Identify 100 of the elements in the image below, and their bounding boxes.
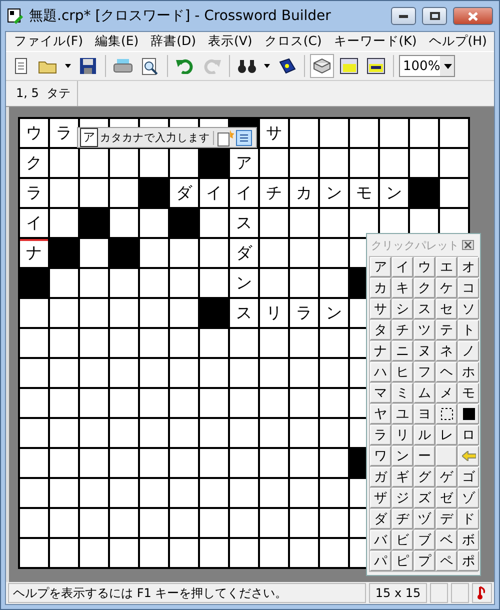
palette-key[interactable]: ン: [392, 446, 413, 466]
palette-key[interactable]: ゾ: [458, 488, 479, 508]
palette-key[interactable]: ゲ: [436, 467, 457, 487]
palette-key[interactable]: ル: [414, 425, 435, 445]
current-letter-cell[interactable]: ナ: [20, 239, 50, 269]
palette-key[interactable]: ー: [414, 446, 435, 466]
letter-cell[interactable]: ン: [320, 299, 350, 329]
block-key[interactable]: [458, 404, 479, 424]
palette-key[interactable]: ウ: [414, 257, 435, 277]
palette-key[interactable]: カ: [370, 278, 391, 298]
palette-key[interactable]: ジ: [392, 488, 413, 508]
close-button[interactable]: [453, 7, 493, 25]
input-mode-button[interactable]: ア: [80, 128, 98, 147]
palette-key[interactable]: ズ: [414, 488, 435, 508]
palette-key[interactable]: ツ: [414, 320, 435, 340]
palette-key[interactable]: ホ: [458, 362, 479, 382]
letter-cell[interactable]: ダ: [170, 179, 200, 209]
blocked-cell[interactable]: [140, 179, 170, 209]
palette-key[interactable]: ケ: [436, 278, 457, 298]
palette-key[interactable]: ア: [370, 257, 391, 277]
letter-cell[interactable]: ダ: [230, 239, 260, 269]
blank-key[interactable]: [436, 446, 457, 466]
palette-key[interactable]: ヒ: [392, 362, 413, 382]
letter-cell[interactable]: ス: [230, 299, 260, 329]
palette-key[interactable]: オ: [458, 257, 479, 277]
letter-cell[interactable]: ン: [320, 179, 350, 209]
letter-cell[interactable]: ラ: [20, 179, 50, 209]
menu-item[interactable]: ファイル(F): [8, 33, 89, 50]
palette-key[interactable]: リ: [392, 425, 413, 445]
letter-cell[interactable]: ウ: [20, 119, 50, 149]
menu-item[interactable]: ヘルプ(H): [422, 33, 493, 50]
palette-key[interactable]: ガ: [370, 467, 391, 487]
menu-item[interactable]: キーワード(K): [328, 33, 423, 50]
blocked-cell[interactable]: [110, 239, 140, 269]
blocked-cell[interactable]: [20, 269, 50, 299]
palette-key[interactable]: ボ: [458, 530, 479, 550]
letter-cell[interactable]: イ: [230, 179, 260, 209]
palette-key[interactable]: ビ: [392, 530, 413, 550]
palette-key[interactable]: ピ: [392, 551, 413, 571]
letter-cell[interactable]: イ: [200, 179, 230, 209]
letter-cell[interactable]: ス: [230, 209, 260, 239]
palette-key[interactable]: ヘ: [436, 362, 457, 382]
palette-key[interactable]: テ: [436, 320, 457, 340]
palette-key[interactable]: モ: [458, 383, 479, 403]
palette-key[interactable]: ド: [458, 509, 479, 529]
palette-key[interactable]: エ: [436, 257, 457, 277]
palette-key[interactable]: ミ: [392, 383, 413, 403]
palette-key[interactable]: グ: [414, 467, 435, 487]
zoom-select[interactable]: 100%: [399, 55, 455, 77]
blocked-cell[interactable]: [200, 149, 230, 179]
palette-key[interactable]: ダ: [370, 509, 391, 529]
menu-item[interactable]: クロス(C): [258, 33, 328, 50]
palette-key[interactable]: ナ: [370, 341, 391, 361]
palette-key[interactable]: レ: [436, 425, 457, 445]
minimize-button[interactable]: [391, 7, 416, 25]
palette-key[interactable]: ヌ: [414, 341, 435, 361]
letter-cell[interactable]: ク: [20, 149, 50, 179]
palette-key[interactable]: メ: [436, 383, 457, 403]
palette-key[interactable]: ソ: [458, 299, 479, 319]
palette-key[interactable]: タ: [370, 320, 391, 340]
palette-key[interactable]: ベ: [436, 530, 457, 550]
palette-key[interactable]: マ: [370, 383, 391, 403]
palette-key[interactable]: ワ: [370, 446, 391, 466]
palette-key[interactable]: ヤ: [370, 404, 391, 424]
clear-cell-key[interactable]: [436, 404, 457, 424]
palette-key[interactable]: ラ: [370, 425, 391, 445]
letter-cell[interactable]: チ: [260, 179, 290, 209]
palette-key[interactable]: チ: [392, 320, 413, 340]
palette-key[interactable]: ペ: [436, 551, 457, 571]
palette-key[interactable]: ブ: [414, 530, 435, 550]
palette-key[interactable]: プ: [414, 551, 435, 571]
menu-item[interactable]: 辞書(D): [144, 33, 202, 50]
palette-key[interactable]: ノ: [458, 341, 479, 361]
palette-key[interactable]: ヅ: [414, 509, 435, 529]
palette-key[interactable]: シ: [392, 299, 413, 319]
palette-key[interactable]: フ: [414, 362, 435, 382]
letter-cell[interactable]: ラ: [50, 119, 80, 149]
palette-key[interactable]: ザ: [370, 488, 391, 508]
palette-key[interactable]: ヂ: [392, 509, 413, 529]
palette-key[interactable]: ニ: [392, 341, 413, 361]
letter-cell[interactable]: カ: [290, 179, 320, 209]
palette-key[interactable]: サ: [370, 299, 391, 319]
menu-item[interactable]: 表示(V): [202, 33, 258, 50]
palette-key[interactable]: ロ: [458, 425, 479, 445]
palette-key[interactable]: イ: [392, 257, 413, 277]
blocked-cell[interactable]: [170, 209, 200, 239]
letter-cell[interactable]: イ: [20, 209, 50, 239]
palette-key[interactable]: ハ: [370, 362, 391, 382]
menu-item[interactable]: 編集(E): [88, 33, 145, 50]
blocked-cell[interactable]: [410, 179, 440, 209]
palette-key[interactable]: ヨ: [414, 404, 435, 424]
palette-key[interactable]: ム: [414, 383, 435, 403]
letter-cell[interactable]: リ: [260, 299, 290, 329]
palette-key[interactable]: ク: [414, 278, 435, 298]
letter-cell[interactable]: ン: [380, 179, 410, 209]
palette-key[interactable]: ポ: [458, 551, 479, 571]
letter-cell[interactable]: ラ: [290, 299, 320, 329]
backspace-key[interactable]: [458, 446, 479, 466]
letter-cell[interactable]: サ: [260, 119, 290, 149]
palette-key[interactable]: バ: [370, 530, 391, 550]
